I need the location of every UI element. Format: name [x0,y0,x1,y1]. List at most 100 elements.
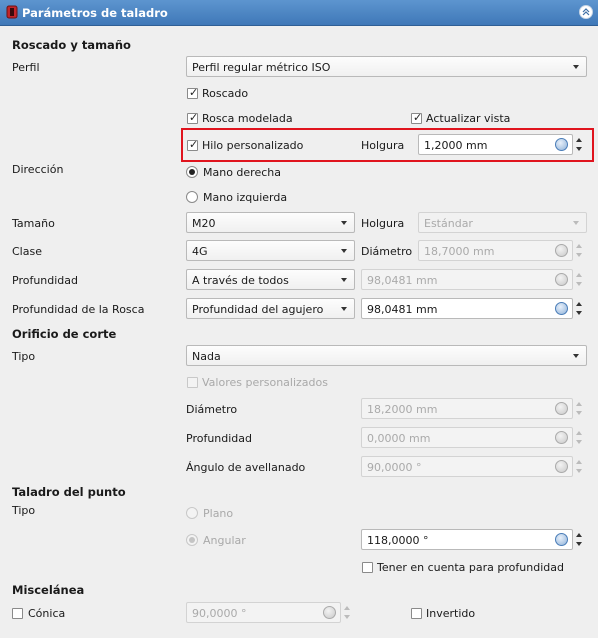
perfil-combo[interactable]: Perfil regular métrico ISO [186,56,587,77]
clase-value: 4G [192,245,208,258]
roscado-label: Roscado [202,87,249,100]
arrow-down-icon [576,542,582,546]
holgura-custom-input[interactable]: 1,2000 mm [418,134,573,155]
collapse-icon[interactable] [579,5,593,19]
orificio-diametro-stepper[interactable] [574,398,585,419]
formula-icon[interactable] [555,273,568,286]
plano-label: Plano [203,507,234,520]
profundidad-rosca-stepper[interactable] [574,298,585,319]
clase-combo[interactable]: 4G [186,240,355,261]
clase-label: Clase [12,245,42,258]
perfil-label: Perfil [12,61,40,74]
chevron-down-icon [341,249,347,253]
tamano-combo[interactable]: M20 [186,212,355,233]
profundidad-label: Profundidad [12,274,79,287]
arrow-down-icon [344,615,350,619]
formula-icon[interactable] [555,402,568,415]
holgura-value: Estándar [424,217,473,230]
chevron-down-icon [341,278,347,282]
orificio-profundidad-label: Profundidad [186,432,253,445]
punto-angle-stepper[interactable] [574,529,585,550]
arrow-up-icon [576,431,582,435]
orificio-profundidad-value: 0,0000 mm [367,432,431,445]
profundidad-combo[interactable]: A través de todos [186,269,355,290]
orificio-diametro-label: Diámetro [186,403,238,416]
profundidad-rosca-combo[interactable]: Profundidad del agujero [186,298,355,319]
radio-dot-icon [189,537,195,543]
diametro-rosca-stepper[interactable] [574,240,585,261]
valores-personalizados-checkbox[interactable] [187,377,198,388]
hilo-personalizado-checkbox[interactable]: ✓ [187,138,199,151]
arrow-up-icon [576,273,582,277]
holgura-combo[interactable]: Estándar [418,212,587,233]
arrow-down-icon [576,253,582,257]
conica-input[interactable]: 90,0000 ° [186,602,341,623]
conica-stepper[interactable] [342,602,353,623]
orificio-angulo-value: 90,0000 ° [367,461,422,474]
tamano-label: Tamaño [12,217,55,230]
mano-izquierda-radio[interactable] [186,191,198,203]
conica-label: Cónica [28,607,66,620]
chevron-down-icon [341,307,347,311]
arrow-up-icon [576,533,582,537]
diametro-rosca-label: Diámetro [361,245,413,258]
radio-dot-icon [189,169,195,175]
formula-icon[interactable] [555,138,568,151]
panel-title: Parámetros de taladro [22,6,168,20]
orificio-angulo-input[interactable]: 90,0000 ° [361,456,573,477]
arrow-down-icon [576,147,582,151]
section-misc-title: Miscelánea [12,583,85,597]
profundidad-spin-value: 98,0481 mm [367,274,438,287]
orificio-tipo-value: Nada [192,350,221,363]
holgura-custom-stepper[interactable] [574,134,585,155]
holgura-label: Holgura [361,217,405,230]
chevron-down-icon [573,221,579,225]
orificio-diametro-input[interactable]: 18,2000 mm [361,398,573,419]
mano-derecha-radio[interactable] [186,166,198,178]
arrow-up-icon [576,460,582,464]
invertido-checkbox[interactable] [411,608,422,619]
profundidad-rosca-spin-value: 98,0481 mm [367,303,438,316]
holgura-custom-label: Holgura [361,139,405,152]
drill-hole-icon [5,5,19,19]
formula-icon[interactable] [555,244,568,257]
formula-icon[interactable] [555,302,568,315]
profundidad-input[interactable]: 98,0481 mm [361,269,573,290]
direccion-label: Dirección [12,163,64,176]
rosca-modelada-label: Rosca modelada [202,112,293,125]
profundidad-rosca-input[interactable]: 98,0481 mm [361,298,573,319]
orificio-tipo-combo[interactable]: Nada [186,345,587,366]
formula-icon[interactable] [555,460,568,473]
conica-value: 90,0000 ° [192,607,247,620]
check-icon: ✓ [189,111,199,124]
orificio-profundidad-stepper[interactable] [574,427,585,448]
arrow-up-icon [576,302,582,306]
angular-label: Angular [203,534,246,547]
arrow-down-icon [576,411,582,415]
orificio-diametro-value: 18,2000 mm [367,403,438,416]
roscado-checkbox[interactable]: ✓ [187,86,198,99]
chevron-down-icon [573,354,579,358]
chevron-down-icon [573,65,579,69]
check-icon: ✓ [189,138,199,151]
punto-angle-input[interactable]: 118,0000 ° [361,529,573,550]
actualizar-vista-checkbox[interactable]: ✓ [411,111,422,124]
rosca-modelada-checkbox[interactable]: ✓ [187,111,199,124]
formula-icon[interactable] [555,431,568,444]
profundidad-stepper[interactable] [574,269,585,290]
diametro-rosca-input[interactable]: 18,7000 mm [418,240,573,261]
arrow-up-icon [576,402,582,406]
formula-icon[interactable] [555,533,568,546]
arrow-up-icon [344,606,350,610]
conica-checkbox[interactable] [12,608,23,619]
mano-derecha-label: Mano derecha [203,166,281,179]
punto-angle-value: 118,0000 ° [367,534,429,547]
tener-en-cuenta-label: Tener en cuenta para profundidad [377,561,564,574]
plano-radio[interactable] [186,507,198,519]
angular-radio[interactable] [186,534,198,546]
orificio-profundidad-input[interactable]: 0,0000 mm [361,427,573,448]
orificio-angulo-stepper[interactable] [574,456,585,477]
section-drill-point-title: Taladro del punto [12,485,126,499]
formula-icon[interactable] [323,606,336,619]
tener-en-cuenta-checkbox[interactable] [362,562,373,573]
